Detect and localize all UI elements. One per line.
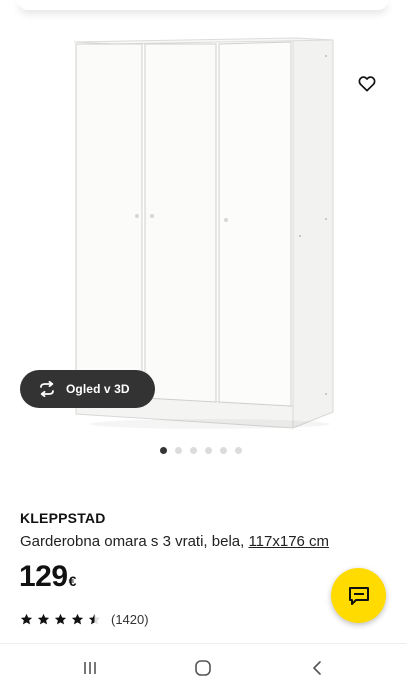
favorite-button[interactable] xyxy=(352,68,382,98)
star-filled-icon xyxy=(20,613,33,625)
gallery-dot[interactable] xyxy=(235,447,242,454)
product-price: 129 € xyxy=(19,560,76,594)
star-filled-icon xyxy=(37,613,50,625)
home-icon xyxy=(195,660,211,676)
gallery-dot[interactable] xyxy=(175,447,182,454)
view-in-3d-button[interactable]: Ogled v 3D xyxy=(20,370,155,408)
nav-home-button[interactable] xyxy=(189,654,217,682)
star-filled-icon xyxy=(71,613,84,625)
top-card-edge xyxy=(18,0,388,10)
gallery-dot[interactable] xyxy=(160,447,167,454)
gallery-dot[interactable] xyxy=(220,447,227,454)
chat-bubble-icon xyxy=(348,586,369,605)
rotate-3d-icon xyxy=(40,381,54,397)
gallery-dot[interactable] xyxy=(190,447,197,454)
review-count: (1420) xyxy=(111,612,149,627)
product-description: Garderobna omara s 3 vrati, bela, 117x17… xyxy=(20,533,329,550)
back-icon xyxy=(313,661,321,675)
nav-back-button[interactable] xyxy=(303,654,331,682)
nav-recents-button[interactable] xyxy=(76,654,104,682)
recents-icon xyxy=(84,662,96,674)
chat-button[interactable] xyxy=(331,568,386,623)
rating-stars xyxy=(20,613,101,626)
gallery-dot[interactable] xyxy=(205,447,212,454)
star-filled-icon xyxy=(54,613,67,625)
star-half-icon xyxy=(88,613,101,625)
price-amount: 129 xyxy=(19,560,68,593)
gallery-pagination xyxy=(160,447,242,454)
heart-outline-icon xyxy=(358,75,376,91)
product-rating[interactable]: (1420) xyxy=(20,612,149,627)
view-in-3d-label: Ogled v 3D xyxy=(66,382,130,396)
product-measure-link[interactable]: 117x176 cm xyxy=(248,533,329,550)
product-name: KLEPPSTAD xyxy=(20,510,106,526)
system-navigation-bar xyxy=(0,643,406,690)
product-type: Garderobna omara s 3 vrati, bela, xyxy=(20,533,249,550)
price-currency: € xyxy=(68,573,77,589)
